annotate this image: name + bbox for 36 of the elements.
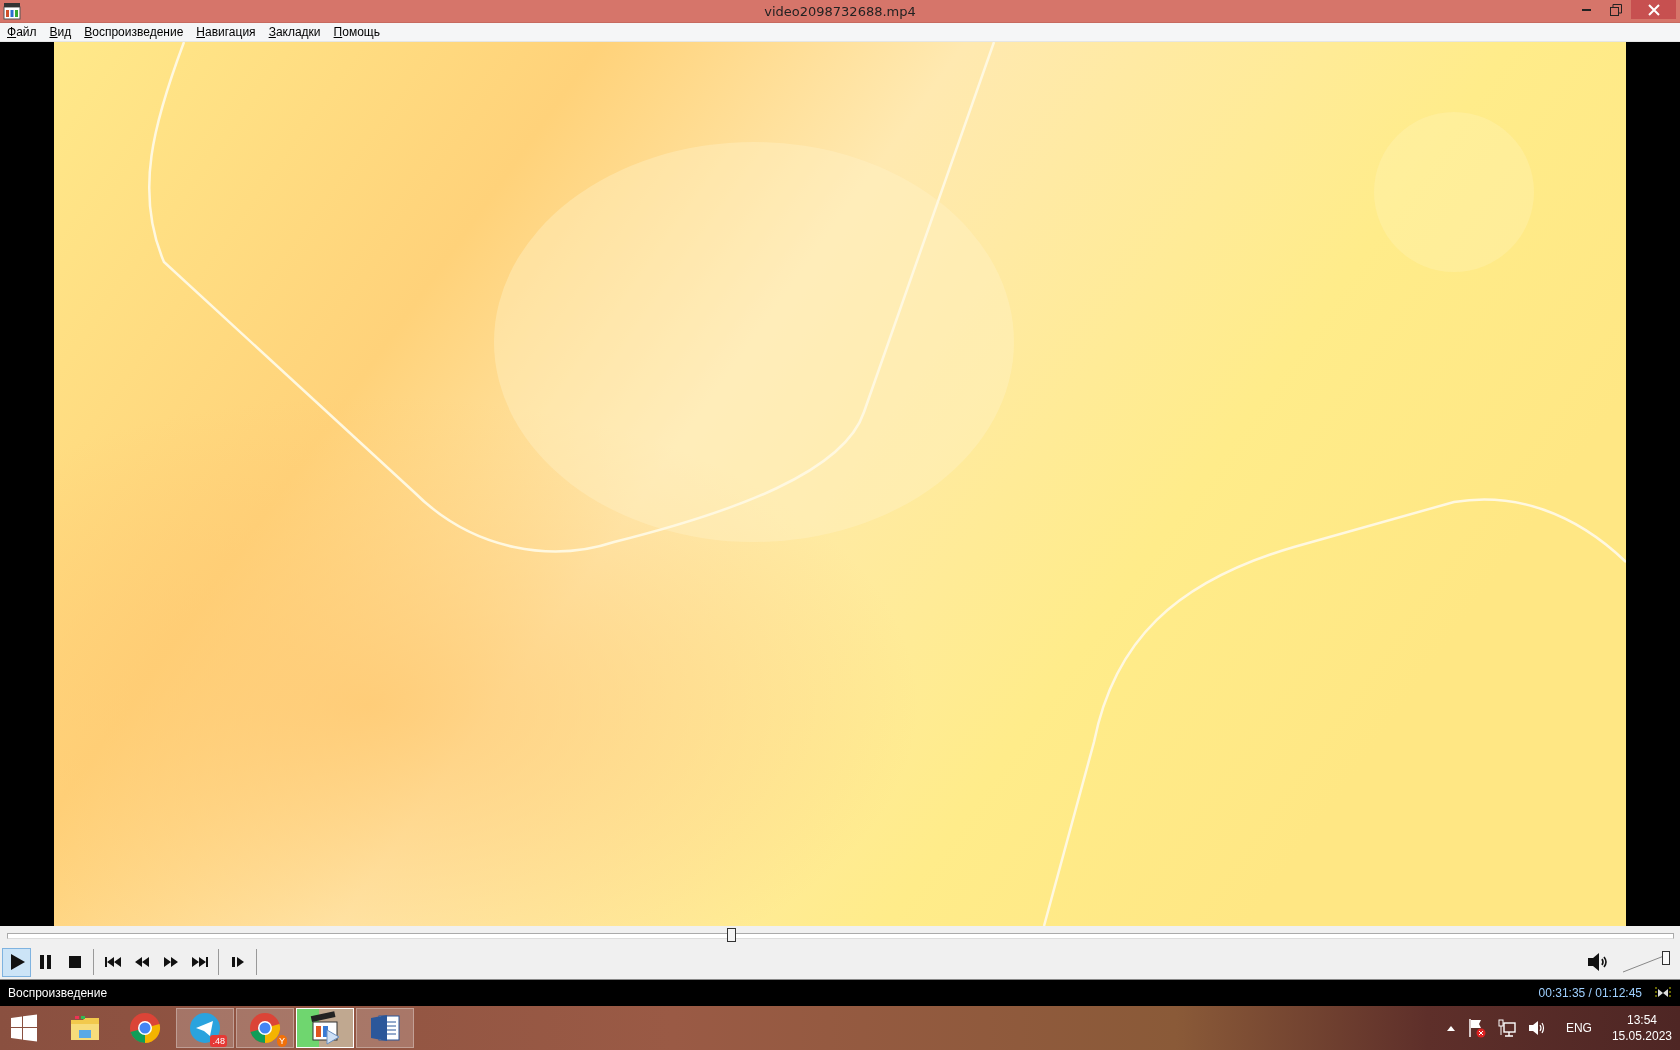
badge: Y — [277, 1035, 287, 1047]
browser-icon — [127, 1010, 163, 1046]
seek-thumb[interactable] — [726, 927, 736, 942]
show-hidden-icon[interactable] — [1445, 1024, 1456, 1032]
restore-icon — [1610, 3, 1622, 16]
menu-item[interactable]: Навигация — [196, 25, 256, 39]
clock-time[interactable]: 13:54 — [1626, 1012, 1657, 1028]
speaker-icon[interactable] — [1527, 1019, 1546, 1037]
menu-item[interactable]: Воспроизведение — [84, 25, 184, 39]
time-display: 00:31:35 / 01:12:45 — [1538, 986, 1642, 1000]
menu-item[interactable]: Помощь — [333, 25, 380, 39]
taskbar-button[interactable] — [296, 1008, 354, 1048]
language-indicator[interactable]: ENG — [1565, 1021, 1592, 1035]
taskbar-button[interactable] — [356, 1008, 414, 1048]
windows-icon — [10, 1014, 38, 1042]
menu-item[interactable]: Вид — [49, 25, 72, 39]
menu-item[interactable]: Файл — [7, 25, 37, 39]
volume-slider[interactable] — [1622, 951, 1670, 973]
audio-channel-icon — [1654, 986, 1672, 1000]
play-button[interactable] — [2, 947, 31, 977]
speaker-icon[interactable] — [1586, 951, 1610, 973]
volume-thumb[interactable] — [1662, 951, 1670, 965]
status-text: Воспроизведение — [8, 986, 108, 1000]
browser-icon — [247, 1010, 283, 1046]
window-title: video2098732688.mp4 — [764, 3, 916, 19]
network-icon[interactable] — [1497, 1019, 1516, 1037]
taskbar-button[interactable]: .48 — [176, 1008, 234, 1048]
flag-icon[interactable] — [1467, 1018, 1486, 1038]
app-icon — [3, 2, 21, 20]
clock-date[interactable]: 15.05.2023 — [1611, 1028, 1672, 1044]
menu-item[interactable]: Закладки — [268, 25, 321, 39]
close-button[interactable] — [1631, 0, 1676, 19]
close-icon — [1647, 3, 1660, 16]
badge: .48 — [210, 1035, 227, 1047]
paper-plane-icon — [187, 1010, 223, 1046]
minimize-icon — [1581, 8, 1591, 11]
